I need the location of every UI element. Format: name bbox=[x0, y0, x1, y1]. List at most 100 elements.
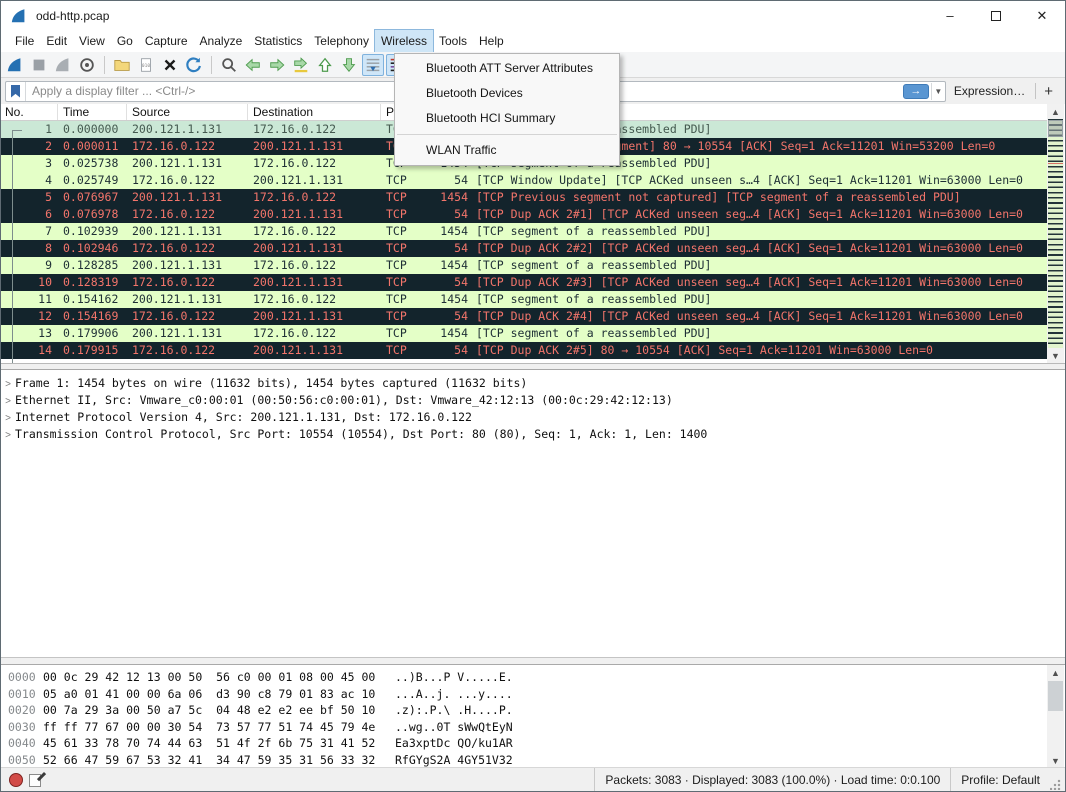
cell-info: [TCP segment of a reassembled PDU] bbox=[468, 223, 1048, 240]
cell-destination: 200.121.1.131 bbox=[248, 172, 381, 189]
cell-info: [TCP Dup ACK 2#4] [TCP ACKed unseen seg…… bbox=[468, 308, 1048, 325]
cell-source: 200.121.1.131 bbox=[127, 257, 248, 274]
detail-line[interactable]: >Frame 1: 1454 bytes on wire (11632 bits… bbox=[1, 375, 1065, 392]
colorize-packets-icon[interactable] bbox=[362, 54, 384, 76]
packet-row[interactable]: 100.128319172.16.0.122200.121.1.131TCP54… bbox=[1, 274, 1048, 291]
menu-item-bluetooth-att-server-attributes[interactable]: Bluetooth ATT Server Attributes bbox=[395, 56, 619, 81]
scroll-down-arrow-icon[interactable]: ▼ bbox=[1047, 348, 1064, 363]
cell-destination: 172.16.0.122 bbox=[248, 325, 381, 342]
scroll-up-arrow-icon[interactable]: ▲ bbox=[1047, 665, 1064, 680]
go-forward-icon[interactable] bbox=[266, 54, 288, 76]
column-header-time[interactable]: Time bbox=[58, 104, 127, 121]
go-down-icon[interactable] bbox=[338, 54, 360, 76]
cell-info: [TCP segment of a reassembled PDU] bbox=[468, 257, 1048, 274]
cell-no: 9 bbox=[1, 257, 58, 274]
packet-row[interactable]: 110.154162200.121.1.131172.16.0.122TCP14… bbox=[1, 291, 1048, 308]
expander-icon[interactable]: > bbox=[1, 427, 15, 444]
expander-icon[interactable]: > bbox=[1, 393, 15, 410]
cell-length: 1454 bbox=[433, 291, 468, 308]
hex-line[interactable]: 000000 0c 29 42 12 13 00 50 56 c0 00 01 … bbox=[1, 669, 1065, 686]
packet-row[interactable]: 120.154169172.16.0.122200.121.1.131TCP54… bbox=[1, 308, 1048, 325]
find-packet-icon[interactable] bbox=[218, 54, 240, 76]
restart-capture-icon[interactable] bbox=[52, 54, 74, 76]
capture-options-icon[interactable] bbox=[76, 54, 98, 76]
add-filter-button[interactable]: + bbox=[1038, 83, 1061, 100]
save-file-icon[interactable]: 010 bbox=[135, 54, 157, 76]
filter-bookmark-button[interactable] bbox=[6, 82, 26, 101]
expander-icon[interactable]: > bbox=[1, 410, 15, 427]
detail-line[interactable]: >Ethernet II, Src: Vmware_c0:00:01 (00:5… bbox=[1, 392, 1065, 409]
menu-help[interactable]: Help bbox=[473, 30, 510, 52]
stop-capture-icon[interactable] bbox=[28, 54, 50, 76]
pane-splitter[interactable] bbox=[1, 657, 1065, 665]
scroll-up-arrow-icon[interactable]: ▲ bbox=[1047, 104, 1064, 119]
resize-grip[interactable] bbox=[1050, 778, 1062, 790]
go-to-packet-icon[interactable] bbox=[290, 54, 312, 76]
menu-item-wlan-traffic[interactable]: WLAN Traffic bbox=[395, 138, 619, 163]
column-header-source[interactable]: Source bbox=[127, 104, 248, 121]
packet-row[interactable]: 80.102946172.16.0.122200.121.1.131TCP54[… bbox=[1, 240, 1048, 257]
hex-line[interactable]: 0030ff ff 77 67 00 00 30 54 73 57 77 51 … bbox=[1, 719, 1065, 736]
menu-wireless[interactable]: Wireless bbox=[375, 30, 433, 52]
cell-length: 54 bbox=[433, 342, 468, 359]
menu-edit[interactable]: Edit bbox=[40, 30, 73, 52]
menu-go[interactable]: Go bbox=[111, 30, 139, 52]
packet-row[interactable]: 140.179915172.16.0.122200.121.1.131TCP54… bbox=[1, 342, 1048, 359]
column-header-no[interactable]: No. bbox=[1, 104, 58, 121]
hex-line[interactable]: 002000 7a 29 3a 00 50 a7 5c 04 48 e2 e2 … bbox=[1, 702, 1065, 719]
hex-line[interactable]: 004045 61 33 78 70 74 44 63 51 4f 2f 6b … bbox=[1, 735, 1065, 752]
expander-icon[interactable]: > bbox=[1, 376, 15, 393]
column-header-destination[interactable]: Destination bbox=[248, 104, 381, 121]
scrollbar-thumb[interactable] bbox=[1048, 681, 1063, 711]
menu-telephony[interactable]: Telephony bbox=[308, 30, 375, 52]
cell-no: 12 bbox=[1, 308, 58, 325]
scroll-down-arrow-icon[interactable]: ▼ bbox=[1047, 753, 1064, 768]
detail-line[interactable]: >Internet Protocol Version 4, Src: 200.1… bbox=[1, 409, 1065, 426]
cell-source: 200.121.1.131 bbox=[127, 325, 248, 342]
hex-offset: 0010 bbox=[1, 686, 43, 703]
cell-time: 0.102946 bbox=[58, 240, 127, 257]
menu-analyze[interactable]: Analyze bbox=[194, 30, 249, 52]
cell-time: 0.102939 bbox=[58, 223, 127, 240]
packet-row[interactable]: 130.179906200.121.1.131172.16.0.122TCP14… bbox=[1, 325, 1048, 342]
detail-line[interactable]: >Transmission Control Protocol, Src Port… bbox=[1, 426, 1065, 443]
svg-text:010: 010 bbox=[142, 62, 150, 68]
minimize-button[interactable]: – bbox=[927, 1, 973, 30]
expert-info-icon[interactable] bbox=[9, 773, 23, 787]
start-capture-icon[interactable] bbox=[4, 54, 26, 76]
packet-row[interactable]: 60.076978172.16.0.122200.121.1.131TCP54[… bbox=[1, 206, 1048, 223]
menu-statistics[interactable]: Statistics bbox=[248, 30, 308, 52]
scrollbar-minimap[interactable] bbox=[1048, 119, 1063, 348]
profile-label[interactable]: Profile: Default bbox=[950, 768, 1050, 791]
cell-no: 2 bbox=[1, 138, 58, 155]
scrollbar-thumb[interactable] bbox=[1048, 120, 1063, 137]
go-up-icon[interactable] bbox=[314, 54, 336, 76]
cell-source: 172.16.0.122 bbox=[127, 138, 248, 155]
menu-tools[interactable]: Tools bbox=[433, 30, 473, 52]
expression-button[interactable]: Expression… bbox=[946, 84, 1033, 98]
apply-filter-button[interactable]: → bbox=[903, 84, 929, 99]
packet-row[interactable]: 50.076967200.121.1.131172.16.0.122TCP145… bbox=[1, 189, 1048, 206]
menu-capture[interactable]: Capture bbox=[139, 30, 194, 52]
hex-scrollbar[interactable]: ▲ ▼ bbox=[1047, 665, 1064, 768]
packet-list-scrollbar[interactable]: ▲ ▼ bbox=[1047, 104, 1064, 363]
close-button[interactable]: ✕ bbox=[1019, 1, 1065, 30]
hex-line[interactable]: 001005 a0 01 41 00 00 6a 06 d3 90 c8 79 … bbox=[1, 686, 1065, 703]
maximize-button[interactable] bbox=[973, 1, 1019, 30]
menu-item-bluetooth-hci-summary[interactable]: Bluetooth HCI Summary bbox=[395, 106, 619, 131]
cell-protocol: TCP bbox=[381, 206, 433, 223]
capture-comment-icon[interactable] bbox=[29, 772, 44, 787]
packet-row[interactable]: 90.128285200.121.1.131172.16.0.122TCP145… bbox=[1, 257, 1048, 274]
close-file-icon[interactable] bbox=[159, 54, 181, 76]
cell-length: 1454 bbox=[433, 189, 468, 206]
open-file-icon[interactable] bbox=[111, 54, 133, 76]
packet-row[interactable]: 40.025749172.16.0.122200.121.1.131TCP54[… bbox=[1, 172, 1048, 189]
hex-line[interactable]: 005052 66 47 59 67 53 32 41 34 47 59 35 … bbox=[1, 752, 1065, 769]
menu-file[interactable]: File bbox=[9, 30, 40, 52]
go-back-icon[interactable] bbox=[242, 54, 264, 76]
filter-dropdown-caret[interactable]: ▼ bbox=[931, 83, 945, 100]
menu-view[interactable]: View bbox=[73, 30, 111, 52]
menu-item-bluetooth-devices[interactable]: Bluetooth Devices bbox=[395, 81, 619, 106]
reload-file-icon[interactable] bbox=[183, 54, 205, 76]
packet-row[interactable]: 70.102939200.121.1.131172.16.0.122TCP145… bbox=[1, 223, 1048, 240]
